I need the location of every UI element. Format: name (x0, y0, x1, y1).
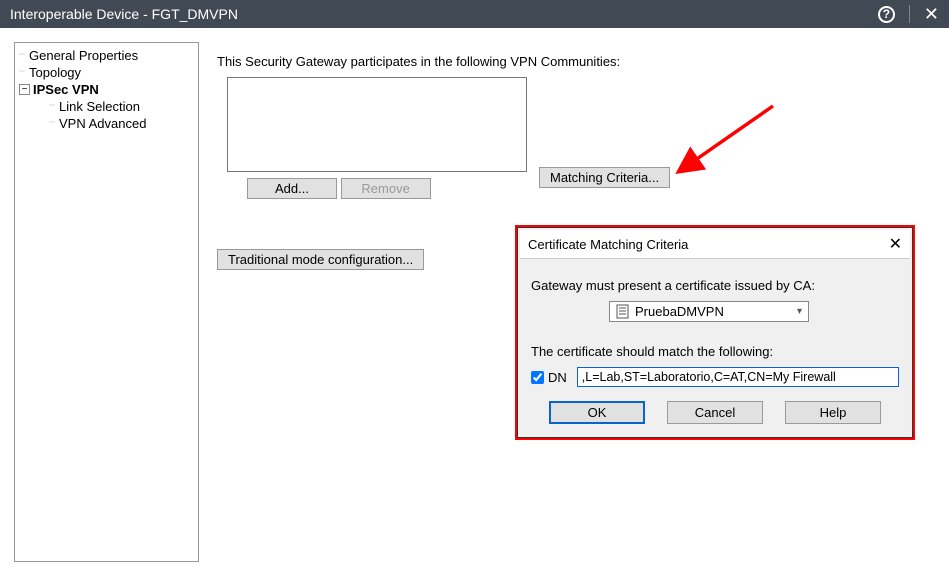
tree-label: Link Selection (59, 99, 140, 114)
dn-checkbox[interactable] (531, 371, 544, 384)
ca-instruction-text: Gateway must present a certificate issue… (531, 278, 899, 293)
matching-criteria-button[interactable]: Matching Criteria... (539, 167, 670, 188)
dn-checkbox-wrap[interactable]: DN (531, 370, 567, 385)
communities-heading: This Security Gateway participates in th… (217, 54, 917, 69)
document-icon (616, 304, 629, 319)
tree-label: General Properties (29, 48, 138, 63)
dn-input[interactable] (577, 367, 899, 387)
tree-item-general[interactable]: ⋯ General Properties (19, 47, 194, 64)
dialog-close-icon[interactable]: ✕ (889, 234, 902, 254)
dialog-titlebar: Certificate Matching Criteria ✕ (520, 230, 910, 259)
tree-label: VPN Advanced (59, 116, 146, 131)
titlebar-divider (909, 5, 910, 23)
tree-connector-icon: ⋯ (49, 119, 56, 126)
chevron-down-icon: ▾ (797, 306, 802, 317)
main-panel: This Security Gateway participates in th… (199, 42, 935, 554)
tree-connector-icon: ⋯ (19, 51, 26, 58)
tree-item-ipsec-vpn[interactable]: − IPSec VPN (19, 81, 194, 98)
remove-button: Remove (341, 178, 431, 199)
tree-connector-icon: ⋯ (19, 68, 26, 75)
tree-label: IPSec VPN (33, 82, 99, 97)
help-button[interactable]: Help (785, 401, 881, 424)
ca-select[interactable]: PruebaDMVPN ▾ (609, 301, 809, 322)
traditional-mode-button[interactable]: Traditional mode configuration... (217, 249, 424, 270)
annotation-arrow-icon (663, 98, 783, 188)
tree-collapse-icon[interactable]: − (19, 84, 30, 95)
close-icon[interactable]: ✕ (924, 5, 939, 23)
ca-selected-value: PruebaDMVPN (635, 304, 797, 319)
dialog-title: Certificate Matching Criteria (528, 237, 889, 252)
window-title: Interoperable Device - FGT_DMVPN (10, 6, 878, 22)
tree-item-topology[interactable]: ⋯ Topology (19, 64, 194, 81)
dn-label: DN (548, 370, 567, 385)
tree-item-vpn-advanced[interactable]: ⋯ VPN Advanced (19, 115, 194, 132)
tree-connector-icon: ⋯ (49, 102, 56, 109)
cancel-button[interactable]: Cancel (667, 401, 763, 424)
tree-label: Topology (29, 65, 81, 80)
tree-item-link-selection[interactable]: ⋯ Link Selection (19, 98, 194, 115)
match-instruction-text: The certificate should match the followi… (531, 344, 899, 359)
cert-criteria-dialog: Certificate Matching Criteria ✕ Gateway … (515, 225, 915, 440)
add-button[interactable]: Add... (247, 178, 337, 199)
help-icon[interactable]: ? (878, 6, 895, 23)
vpn-communities-list[interactable] (227, 77, 527, 172)
nav-tree: ⋯ General Properties ⋯ Topology − IPSec … (14, 42, 199, 562)
titlebar: Interoperable Device - FGT_DMVPN ? ✕ (0, 0, 949, 28)
ok-button[interactable]: OK (549, 401, 645, 424)
